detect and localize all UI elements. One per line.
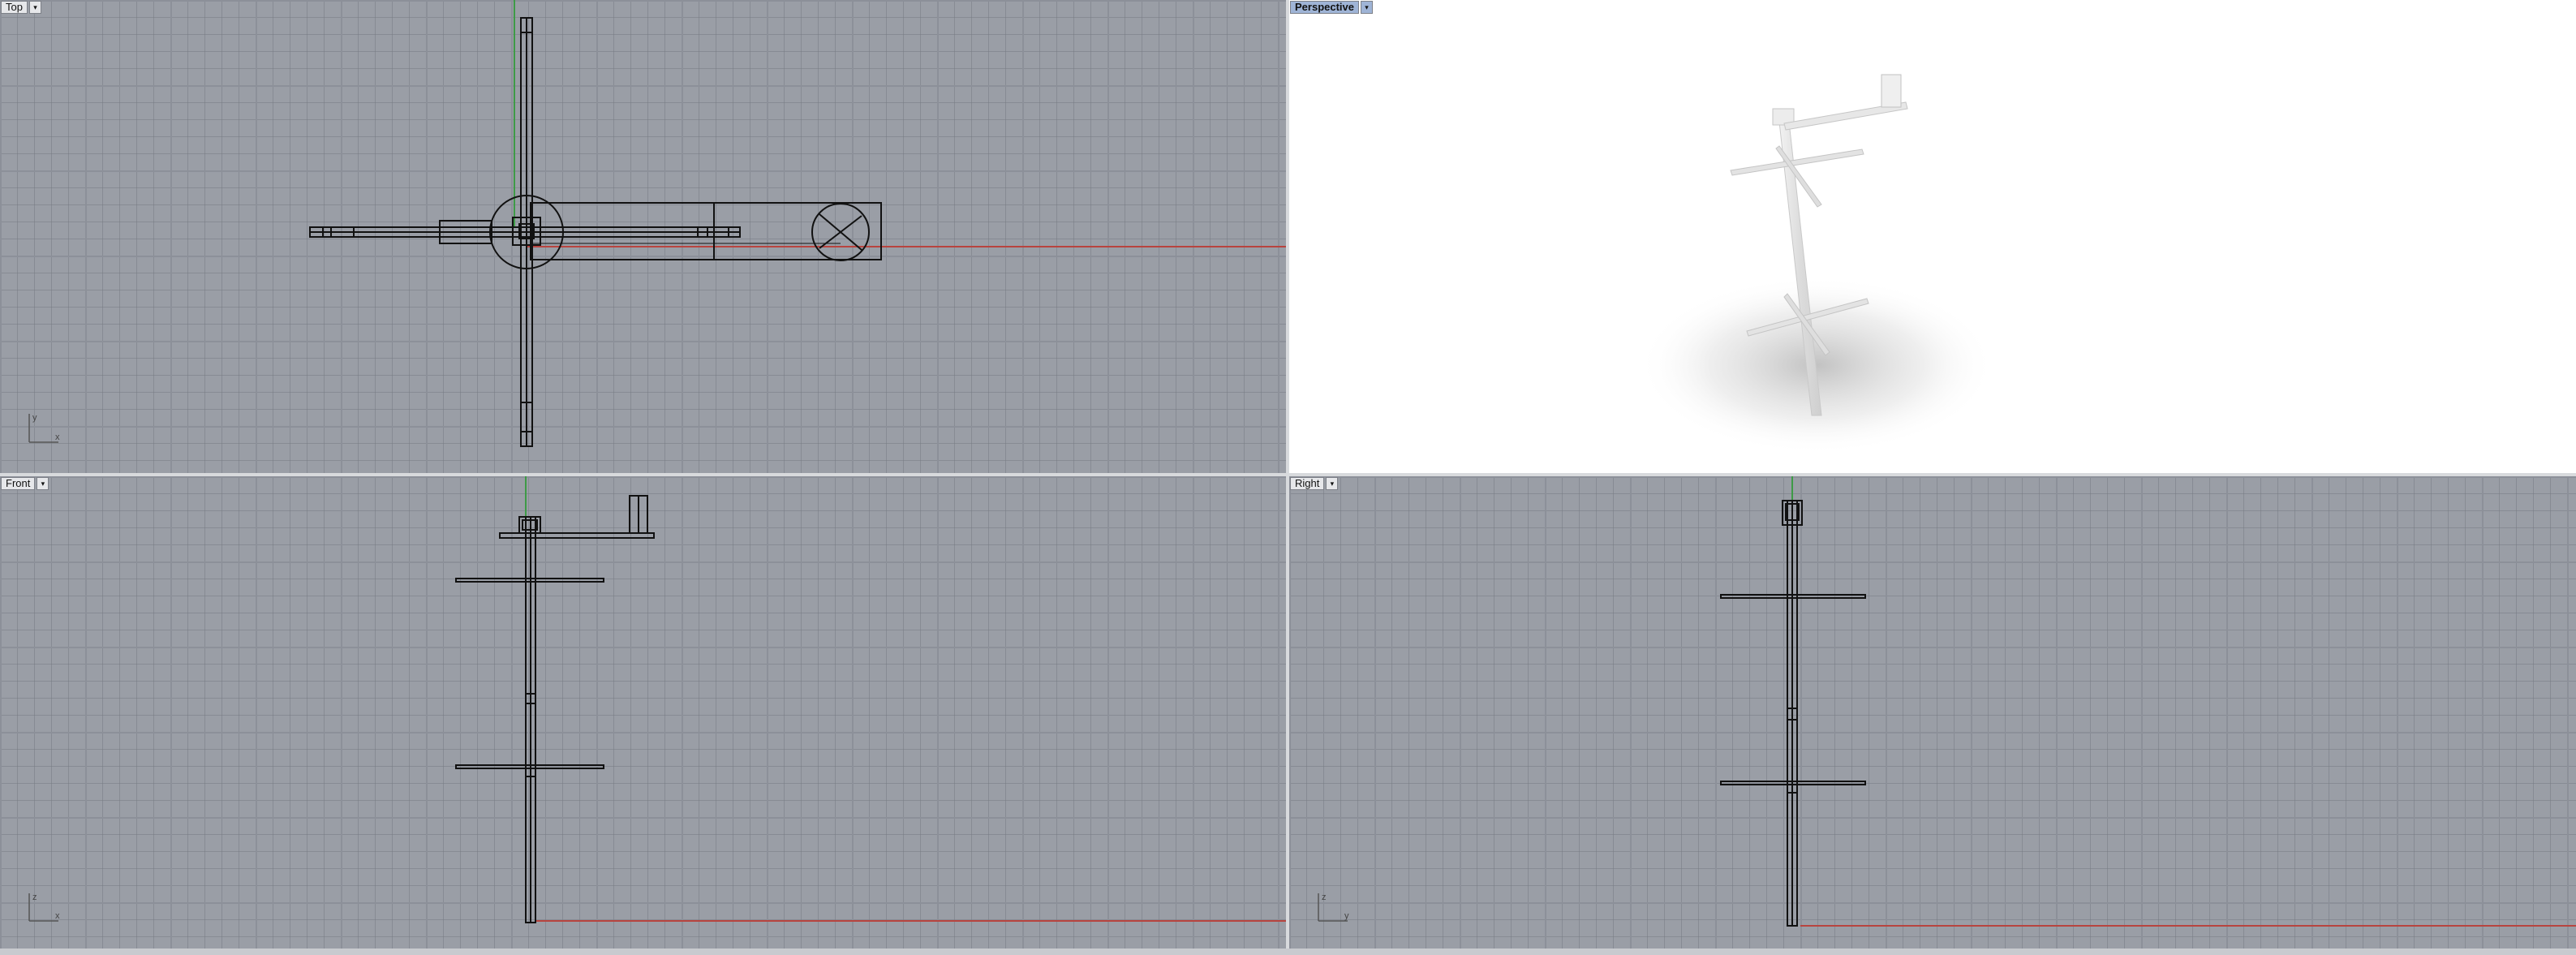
viewport-tab-top[interactable]: Top ▾ (1, 1, 41, 14)
chevron-down-icon[interactable]: ▾ (28, 1, 41, 14)
viewport-splitter-horizontal[interactable] (0, 473, 2576, 476)
viewport-label[interactable]: Front (1, 477, 36, 490)
chevron-down-icon[interactable]: ▾ (1326, 477, 1339, 490)
axis-y-label: y (1344, 911, 1349, 921)
axis-z-label: z (1322, 893, 1327, 902)
viewport-label[interactable]: Top (1, 1, 28, 14)
right-view-drawing: z y (1318, 476, 2576, 927)
viewport-label[interactable]: Right (1290, 477, 1325, 490)
axis-z-label: z (32, 893, 37, 902)
viewport-tab-right[interactable]: Right ▾ (1290, 477, 1339, 490)
viewport-tab-front[interactable]: Front ▾ (1, 477, 49, 490)
ground-shadow (1638, 276, 1995, 454)
chevron-down-icon[interactable]: ▾ (37, 477, 49, 490)
right-wireframe-model (1720, 500, 1866, 927)
status-bar (0, 949, 2576, 955)
viewport-perspective[interactable]: Perspective ▾ (1289, 0, 2576, 473)
front-wireframe-model (455, 495, 655, 923)
viewport-tab-perspective[interactable]: Perspective ▾ (1290, 1, 1373, 14)
viewport-top[interactable]: Top ▾ y x (0, 0, 1286, 473)
perspective-render (1638, 74, 1995, 454)
axis-y-label: y (32, 413, 37, 423)
viewport-front[interactable]: Front ▾ z x (0, 476, 1286, 949)
axis-x-label: x (55, 911, 60, 921)
top-view-drawing: y x (28, 0, 1286, 447)
viewport-splitter-vertical[interactable] (1286, 0, 1289, 955)
chevron-down-icon[interactable]: ▾ (1361, 1, 1373, 14)
top-wireframe-model (309, 17, 882, 447)
viewport-label[interactable]: Perspective (1290, 1, 1359, 14)
axis-x-label: x (55, 432, 60, 442)
viewport-right[interactable]: Right ▾ z y (1289, 476, 2576, 949)
front-view-drawing: z x (28, 476, 1286, 923)
